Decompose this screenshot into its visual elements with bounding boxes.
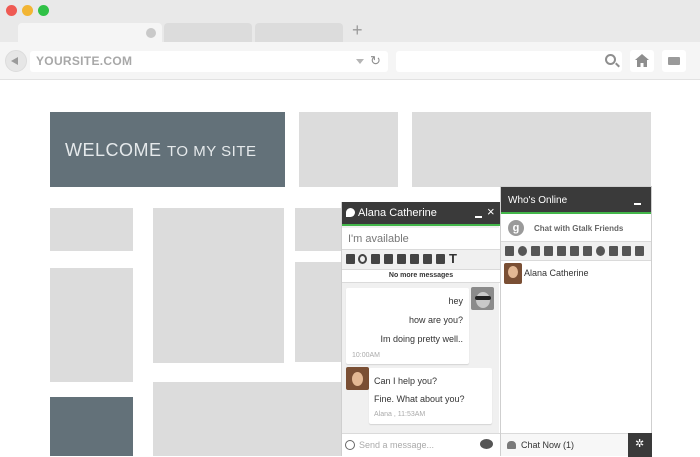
facebook-icon[interactable]: [570, 246, 579, 256]
minimize-icon[interactable]: [475, 216, 482, 218]
message-line: hey: [448, 296, 463, 306]
avatar[interactable]: [346, 367, 369, 390]
chat-contact-name: Alana Catherine: [358, 207, 437, 219]
menu-button[interactable]: [662, 50, 686, 72]
message-time: 10:00AM: [352, 352, 381, 359]
block-icon[interactable]: [358, 254, 367, 264]
placeholder-block: [50, 268, 133, 382]
google-icon: g: [508, 220, 524, 236]
browser-titlebar: +: [0, 0, 700, 42]
image-icon[interactable]: [436, 254, 445, 264]
address-bar[interactable]: YOURSITE.COM ↻: [30, 51, 388, 72]
placeholder-block: [153, 208, 284, 363]
home-icon: [635, 54, 649, 67]
chat-now-bar[interactable]: Chat Now (1): [501, 433, 652, 457]
no-more-messages: No more messages: [342, 269, 500, 283]
minimize-icon[interactable]: [634, 203, 641, 205]
placeholder-block: [299, 112, 398, 187]
text-format-icon[interactable]: T: [449, 251, 458, 266]
chat-header[interactable]: Alana Catherine ×: [342, 202, 500, 226]
address-text: YOURSITE.COM: [36, 54, 133, 68]
bird-icon[interactable]: [596, 246, 605, 256]
message-line: Can I help you?: [374, 376, 438, 386]
tag-icon[interactable]: [371, 254, 380, 264]
search-input[interactable]: [396, 51, 622, 72]
home-button[interactable]: [630, 50, 654, 72]
avatar[interactable]: [471, 287, 494, 310]
chat-bubble-icon: [346, 208, 355, 217]
panel-title: Who's Online: [508, 195, 568, 206]
status-field[interactable]: I'm available: [342, 228, 500, 250]
chat-toolbar: T: [342, 250, 500, 269]
welcome-title: WELCOME TO MY SITE: [65, 140, 257, 160]
minimize-window-button[interactable]: [22, 5, 33, 16]
sent-message: hey how are you? Im doing pretty well.. …: [346, 288, 469, 364]
tab-close-icon[interactable]: [146, 28, 156, 38]
message-time: Alana , 11:53AM: [374, 411, 426, 418]
contact-item[interactable]: Alana Catherine: [501, 261, 651, 287]
placeholder-block: [50, 397, 133, 456]
back-button[interactable]: [5, 50, 27, 72]
emoji-icon[interactable]: [345, 440, 355, 450]
upload-arrow-icon[interactable]: [635, 246, 644, 256]
message-line: Im doing pretty well..: [380, 334, 463, 344]
settings-gear-icon[interactable]: [628, 433, 652, 457]
puzzle-icon[interactable]: [544, 246, 553, 256]
status-text: I'm available: [348, 233, 409, 245]
placeholder-block: [412, 112, 651, 187]
user-icon: [507, 441, 516, 449]
text-icon[interactable]: [609, 246, 618, 256]
message-line: Fine. What about you?: [374, 394, 465, 404]
whos-online-header[interactable]: Who's Online: [501, 187, 651, 214]
welcome-banner: WELCOME TO MY SITE: [50, 112, 285, 187]
maximize-window-button[interactable]: [38, 5, 49, 16]
twitter-icon[interactable]: [583, 246, 592, 256]
close-window-button[interactable]: [6, 5, 17, 16]
message-placeholder: Send a message...: [359, 440, 435, 450]
browser-toolbar: YOURSITE.COM ↻: [0, 42, 700, 80]
chevron-down-icon[interactable]: [356, 59, 364, 64]
browser-tab[interactable]: [255, 23, 343, 42]
whos-online-panel: Who's Online g Chat with Gtalk Friends A…: [500, 186, 652, 457]
placeholder-block: [295, 208, 341, 251]
social-toolbar: [501, 242, 651, 261]
send-icon[interactable]: [480, 439, 493, 449]
placeholder-block: [50, 208, 133, 251]
close-icon[interactable]: ×: [487, 205, 495, 219]
avatar: [504, 263, 522, 284]
trash-icon[interactable]: [346, 254, 355, 264]
browser-tab-active[interactable]: [18, 23, 162, 42]
gtalk-button[interactable]: g Chat with Gtalk Friends: [501, 214, 651, 242]
upload-icon[interactable]: [397, 254, 406, 264]
megaphone-icon[interactable]: [531, 246, 540, 256]
reload-icon[interactable]: ↻: [370, 53, 381, 69]
calendar-icon[interactable]: [384, 254, 393, 264]
menu-icon: [668, 57, 680, 65]
search-icon[interactable]: [605, 54, 616, 65]
placeholder-block: [153, 382, 341, 456]
received-message: Can I help you? Fine. What about you? Al…: [369, 368, 492, 424]
message-line: how are you?: [408, 315, 463, 325]
chat-now-label: Chat Now (1): [521, 440, 575, 450]
voice-icon[interactable]: [410, 254, 419, 264]
contacts-icon[interactable]: [423, 254, 432, 264]
chat-icon[interactable]: [518, 246, 527, 256]
placeholder-block: [295, 262, 341, 362]
message-input[interactable]: Send a message...: [342, 433, 500, 456]
contact-name: Alana Catherine: [524, 268, 589, 278]
gtalk-label: Chat with Gtalk Friends: [534, 224, 624, 233]
game-icon[interactable]: [557, 246, 566, 256]
chat-window: Alana Catherine × I'm available T No mor…: [341, 202, 500, 456]
share-icon[interactable]: [622, 246, 631, 256]
new-tab-button[interactable]: +: [352, 20, 363, 40]
home-icon[interactable]: [505, 246, 514, 256]
browser-tab[interactable]: [164, 23, 252, 42]
